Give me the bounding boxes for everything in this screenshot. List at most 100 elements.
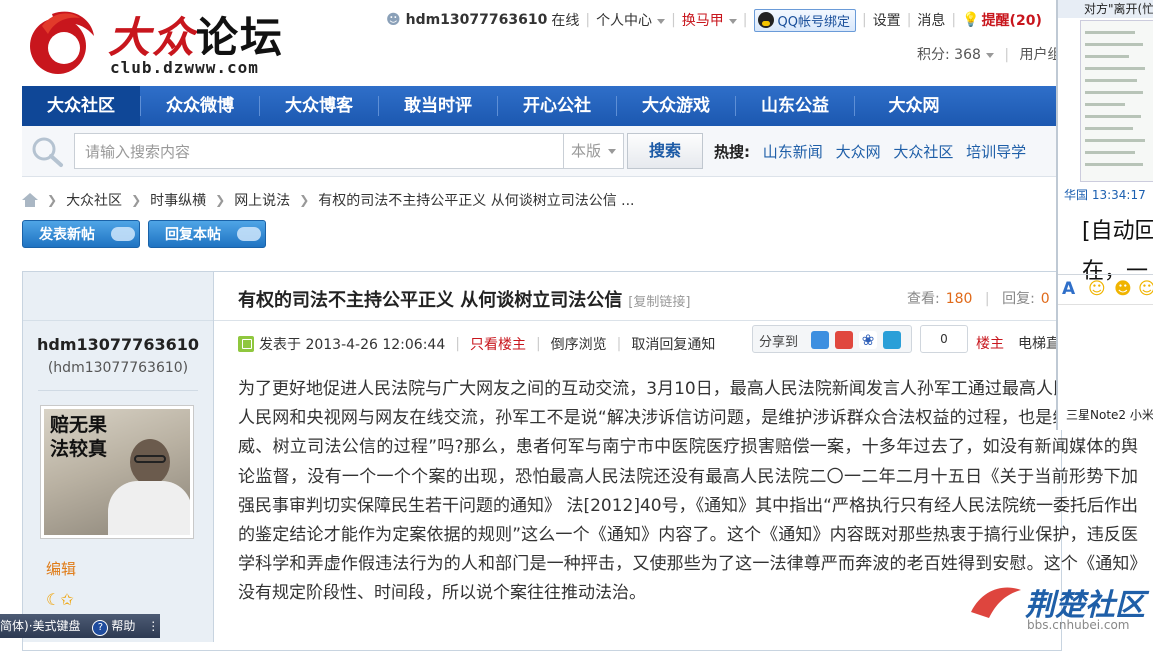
score-bar: 积分: 368 | 用户组 bbox=[917, 47, 1062, 63]
user-bar: ☻ hdm13077763610 在线 | 个人中心 | 换马甲 | QQ帐号绑… bbox=[386, 8, 1042, 32]
nav-item-commentary[interactable]: 敢当时评 bbox=[379, 86, 497, 126]
watermark-url: bbs.cnhubei.com bbox=[1027, 618, 1130, 632]
nav-item-happy-commune[interactable]: 开心公社 bbox=[498, 86, 616, 126]
views-count: 180 bbox=[945, 291, 973, 307]
site-title-black: 论坛 bbox=[196, 13, 285, 62]
reply-label: 回复本帖 bbox=[165, 227, 221, 243]
chat-toolbar: A ☺ ☻ ☺ bbox=[1058, 274, 1153, 305]
chevron-down-icon bbox=[728, 18, 737, 24]
breadcrumb-item[interactable]: 网上说法 bbox=[234, 190, 290, 210]
hot-link[interactable]: 大众网 bbox=[836, 143, 881, 161]
qzone-share-icon[interactable] bbox=[811, 331, 829, 349]
author-role: 编辑 bbox=[46, 560, 77, 578]
emoji-icon[interactable]: ☻ bbox=[1114, 279, 1132, 299]
ime-menu-icon[interactable]: ⋮ bbox=[147, 619, 159, 633]
site-title-red: 大众 bbox=[108, 13, 197, 62]
personal-center-link[interactable]: 个人中心 bbox=[596, 10, 666, 30]
breadcrumb-item[interactable]: 时事纵横 bbox=[150, 190, 206, 210]
chat-input[interactable] bbox=[1058, 304, 1153, 405]
help-icon[interactable]: ? bbox=[92, 620, 109, 636]
reverse-order-link[interactable]: 倒序浏览 bbox=[551, 334, 607, 354]
font-icon[interactable]: A bbox=[1062, 279, 1075, 299]
sidebar-header bbox=[23, 272, 213, 321]
site-title: 大众论坛 bbox=[108, 4, 284, 65]
site-url: club.dzwww.com bbox=[110, 58, 259, 77]
nav-item-weibo[interactable]: 众众微博 bbox=[141, 86, 259, 126]
author-name[interactable]: hdm13077763610 bbox=[23, 335, 213, 354]
crane-logo-icon bbox=[971, 587, 1021, 618]
main-nav: 大众社区 众众微博 大众博客 敢当时评 开心公社 大众游戏 山东公益 大众网 bbox=[22, 86, 1062, 126]
nav-item-dzwww[interactable]: 大众网 bbox=[855, 86, 973, 126]
new-post-button[interactable]: 发表新帖 bbox=[22, 220, 140, 248]
ime-name[interactable]: 美式键盘 bbox=[33, 619, 81, 633]
divider bbox=[38, 390, 198, 391]
nav-item-dazhong-community[interactable]: 大众社区 bbox=[22, 86, 140, 126]
search-scope-select[interactable]: 本版 bbox=[564, 133, 624, 169]
post-body: 为了更好地促进人民法院与广大网友之间的互动交流，3月10日，最高人民法院新闻发言… bbox=[238, 379, 1138, 604]
qq-bind-button[interactable]: QQ帐号绑定 bbox=[753, 8, 856, 32]
weibo-share-icon[interactable] bbox=[835, 331, 853, 349]
site-logo[interactable]: 大众论坛 club.dzwww.com bbox=[22, 2, 292, 80]
replies-count: 0 bbox=[1040, 291, 1050, 307]
chat-status: 三星Note2 小米 华 bbox=[1066, 408, 1153, 422]
hot-link[interactable]: 山东新闻 bbox=[763, 143, 823, 161]
username-link[interactable]: hdm13077763610 bbox=[406, 12, 548, 28]
home-icon[interactable] bbox=[22, 193, 38, 207]
change-vest-link[interactable]: 换马甲 bbox=[682, 10, 737, 30]
replies-label: 回复: bbox=[1002, 291, 1035, 307]
chat-title: 对方"离开(忙碌)" bbox=[1058, 0, 1153, 18]
nav-item-blog[interactable]: 大众博客 bbox=[260, 86, 378, 126]
floor-label: 楼主 bbox=[976, 336, 1004, 352]
views-label: 查看: bbox=[907, 291, 940, 307]
messages-link[interactable]: 消息 bbox=[917, 10, 945, 30]
cloud-icon bbox=[237, 227, 261, 241]
copy-link[interactable]: [复制链接] bbox=[628, 295, 690, 310]
ime-mode[interactable]: 简体) bbox=[0, 619, 29, 633]
hot-link[interactable]: 培训导学 bbox=[966, 143, 1026, 161]
nav-item-charity[interactable]: 山东公益 bbox=[736, 86, 854, 126]
avatar[interactable]: 赔无果 法较真 bbox=[40, 405, 194, 539]
search-icon bbox=[32, 137, 63, 167]
flame-logo-icon bbox=[30, 11, 94, 74]
watermark: 荆楚社区 bbs.cnhubei.com bbox=[965, 578, 1145, 638]
chat-sender-time: 华国 13:34:17 bbox=[1064, 188, 1146, 202]
online-status: 在线 bbox=[551, 13, 580, 29]
score-label: 积分: 368 bbox=[917, 47, 981, 63]
chat-screenshot-thumbnail[interactable] bbox=[1080, 20, 1153, 182]
lightbulb-icon: 💡 bbox=[962, 12, 980, 28]
hot-searches: 热搜: 山东新闻 大众网 大众社区 培训导学 bbox=[714, 141, 1026, 162]
settings-link[interactable]: 设置 bbox=[873, 10, 901, 30]
share-bar: 分享到 ❀ bbox=[752, 325, 912, 353]
share-count: 0 bbox=[920, 325, 968, 353]
emoji-icon[interactable]: ☺ bbox=[1088, 279, 1106, 299]
breadcrumb-item[interactable]: 大众社区 bbox=[66, 190, 122, 210]
nav-item-games[interactable]: 大众游戏 bbox=[617, 86, 735, 126]
hot-link[interactable]: 大众社区 bbox=[893, 143, 953, 161]
rank-icons: ☾✩ bbox=[46, 590, 74, 609]
new-post-label: 发表新帖 bbox=[39, 227, 95, 243]
pengyou-share-icon[interactable] bbox=[883, 331, 901, 349]
reminders-link[interactable]: 提醒(20) bbox=[982, 10, 1042, 30]
baidu-share-icon[interactable]: ❀ bbox=[859, 331, 877, 349]
avatar-caption: 赔无果 法较真 bbox=[50, 414, 108, 460]
personal-center-label: 个人中心 bbox=[596, 13, 653, 29]
avatar-glasses bbox=[134, 455, 166, 463]
chat-window: 对方"离开(忙碌)" 华国 13:34:17 [自动回 在，一 A ☺ ☻ ☺ … bbox=[1056, 0, 1153, 430]
search-input[interactable]: 请输入搜索内容 bbox=[74, 133, 564, 169]
chevron-down-icon bbox=[657, 18, 666, 24]
search-scope-value: 本版 bbox=[571, 142, 602, 160]
chevron-down-icon bbox=[608, 149, 616, 154]
only-author-link[interactable]: 只看楼主 bbox=[470, 334, 526, 354]
author-alias: (hdm13077763610) bbox=[47, 360, 189, 376]
score-link[interactable]: 积分: 368 bbox=[917, 47, 994, 63]
qq-bind-label: QQ帐号绑定 bbox=[777, 14, 850, 30]
search-button[interactable]: 搜索 bbox=[627, 133, 703, 169]
reply-button[interactable]: 回复本帖 bbox=[148, 220, 266, 248]
ime-help-label[interactable]: 帮助 bbox=[111, 619, 135, 633]
emoji-icon[interactable]: ☺ bbox=[1138, 279, 1153, 299]
hot-label: 热搜: bbox=[714, 143, 750, 161]
ime-toolbar: 简体)·美式键盘 ? 帮助 ⋮ bbox=[0, 614, 160, 638]
user-icon: ☻ bbox=[386, 12, 401, 28]
cancel-notify-link[interactable]: 取消回复通知 bbox=[631, 334, 715, 354]
post-time: 发表于 2013-4-26 12:06:44 bbox=[259, 337, 446, 353]
